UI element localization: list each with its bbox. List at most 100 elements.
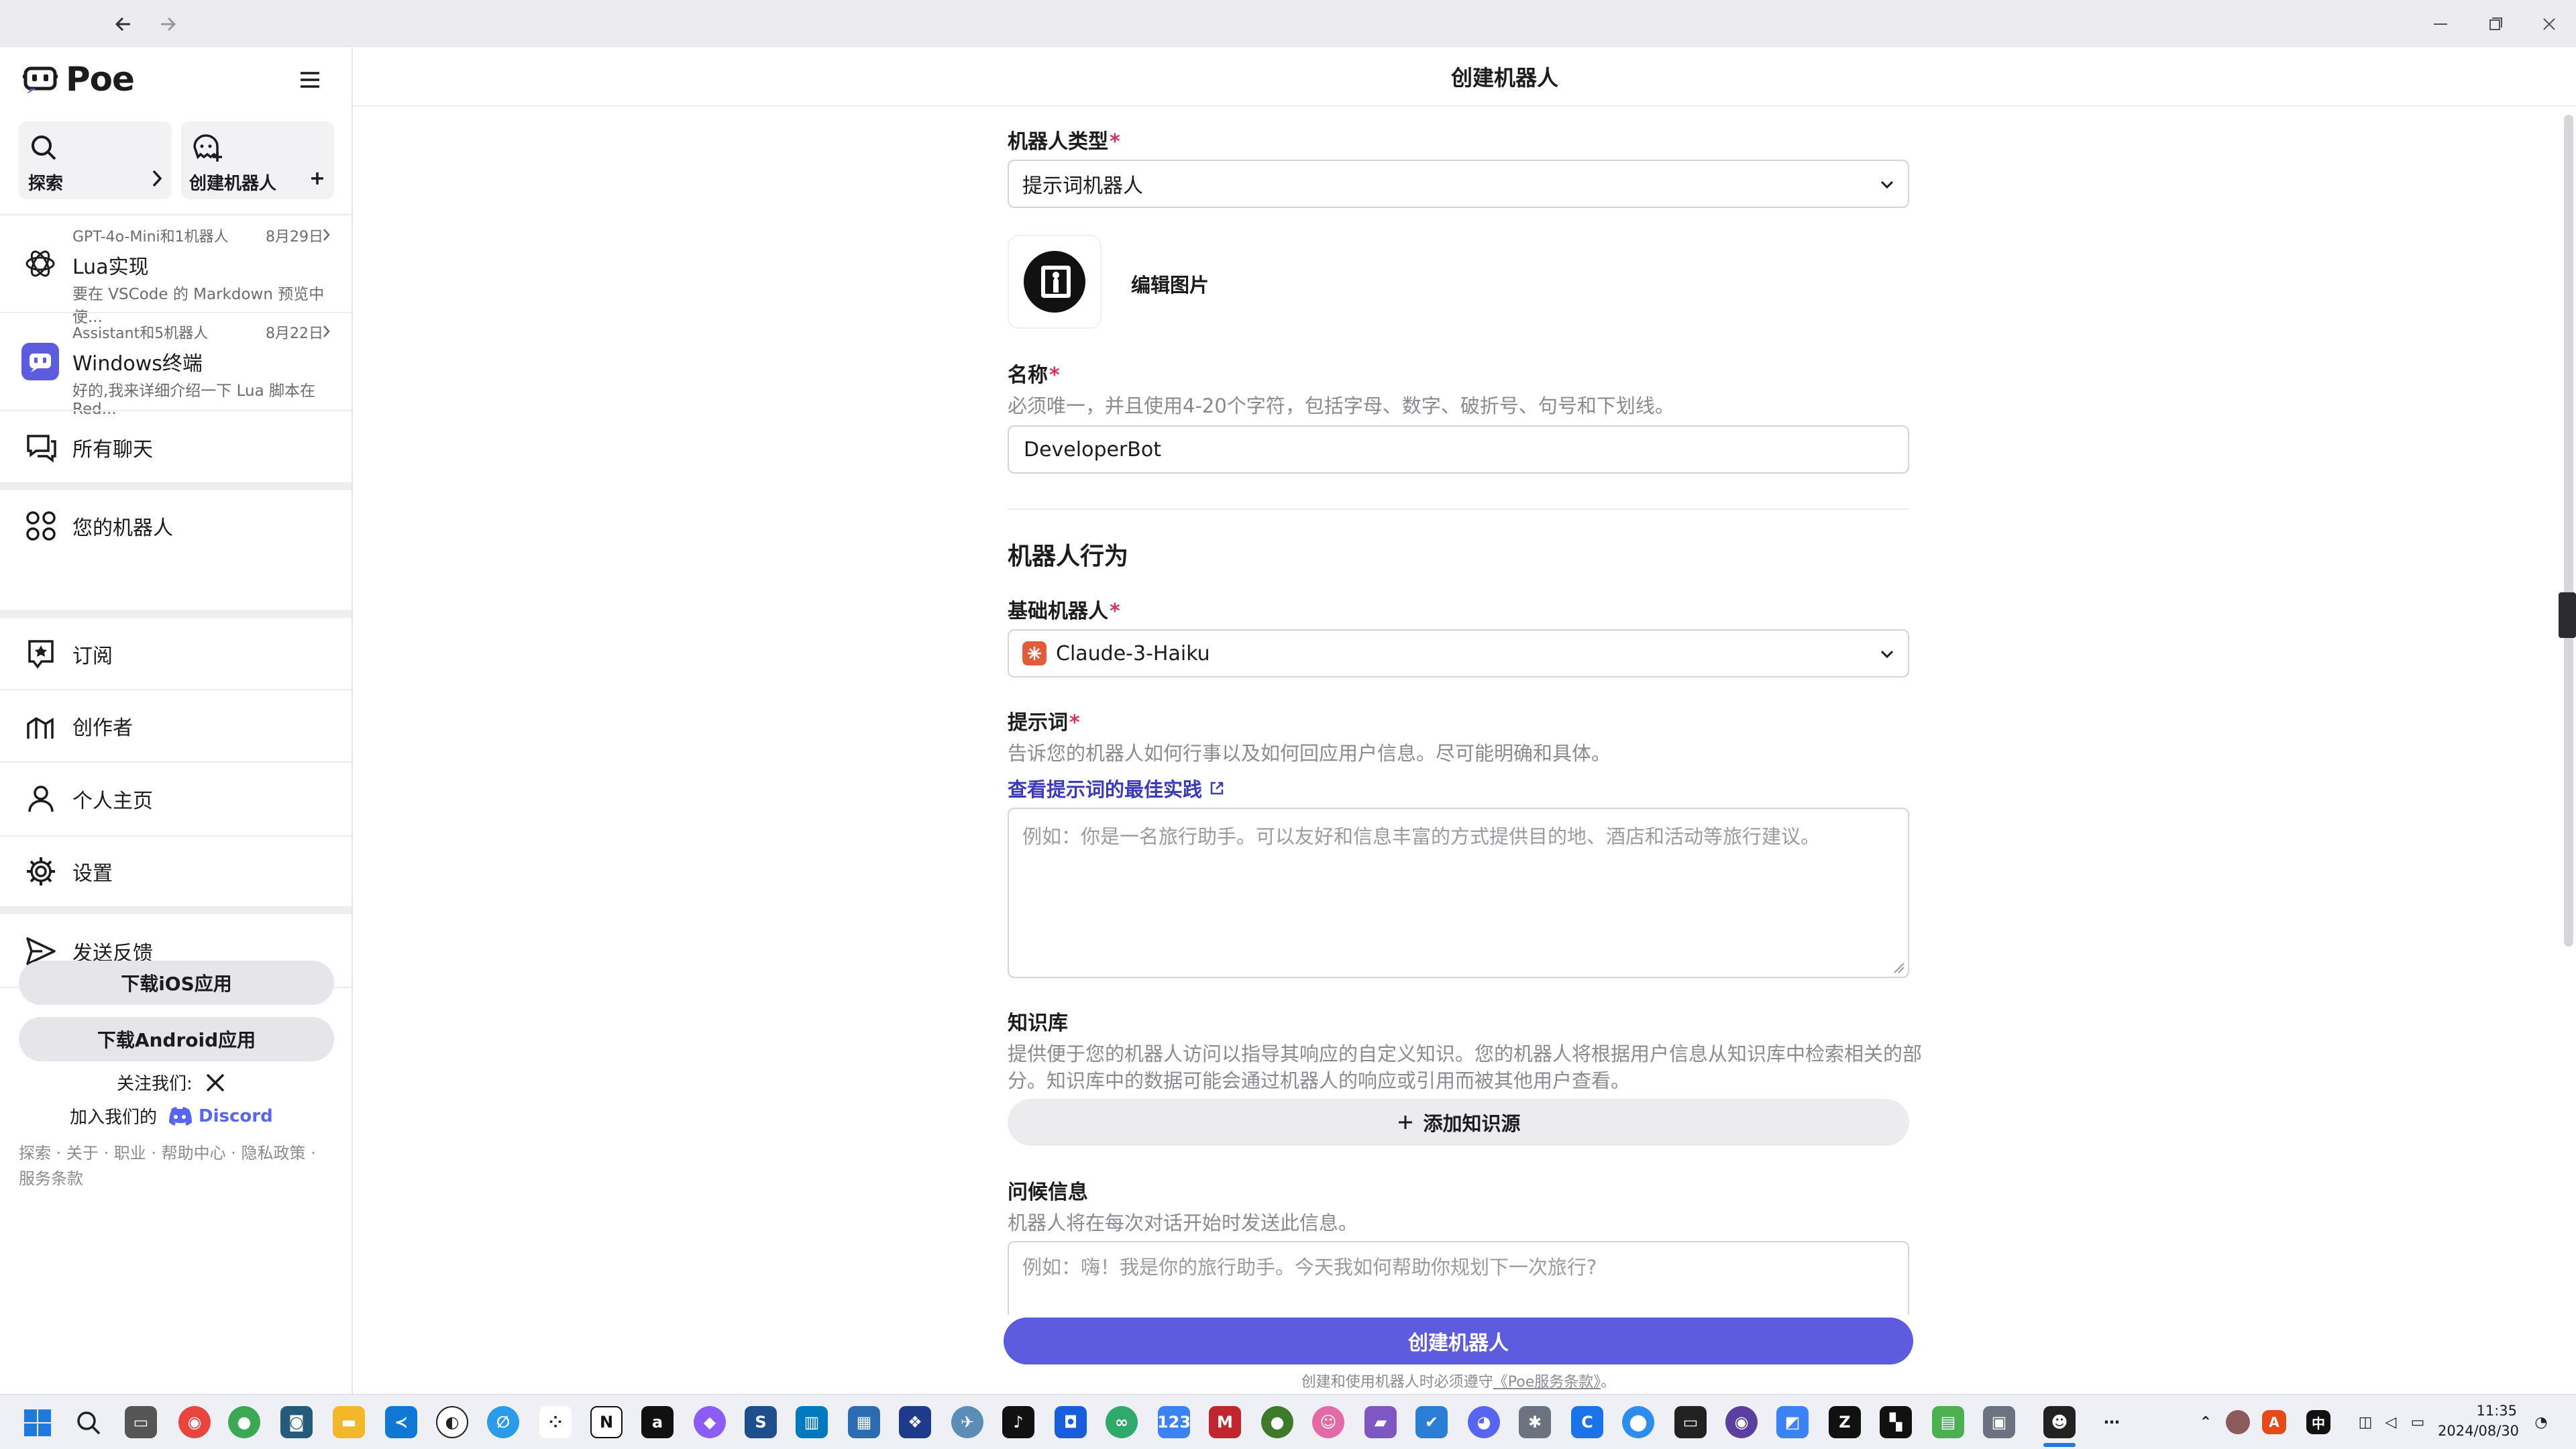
download-ios-button[interactable]: 下载iOS应用 [19, 961, 334, 1005]
bitwarden-icon[interactable]: ◘ [1055, 1406, 1087, 1438]
name-input-value: DeveloperBot [1024, 437, 1161, 462]
restore-icon[interactable] [2481, 9, 2510, 39]
add-knowledge-source-button[interactable]: 添加知识源 [1008, 1099, 1909, 1146]
discord-taskbar-icon[interactable]: ◕ [1468, 1406, 1500, 1438]
app-green-icon[interactable]: ∞ [1106, 1406, 1138, 1438]
create-bot-submit-label: 创建机器人 [1408, 1332, 1509, 1355]
app-z-icon[interactable]: Z [1829, 1406, 1861, 1438]
app-cat-icon[interactable]: ☺ [1312, 1406, 1344, 1438]
notion-icon[interactable]: N [590, 1406, 623, 1438]
tray-ime-icon[interactable]: 中 [2306, 1410, 2330, 1434]
nav-your-bots[interactable]: 您的机器人 [0, 492, 352, 560]
edit-image-button[interactable]: 编辑图片 [1131, 270, 1209, 298]
app-shield-icon[interactable]: ◩ [1776, 1406, 1809, 1438]
app-dots-icon[interactable]: ⁘ [539, 1406, 572, 1438]
bot-avatar[interactable] [1008, 235, 1102, 329]
prompt-best-practices-link[interactable]: 查看提示词的最佳实践 [1008, 774, 1225, 802]
clock[interactable]: 11:35 2024/08/30 [2438, 1403, 2519, 1439]
plus-icon [1399, 1116, 1413, 1129]
name-label: 名称 [1008, 364, 1048, 387]
nav-subscribe[interactable]: 订阅 [0, 619, 352, 689]
nav-all-chats[interactable]: 所有聊天 [0, 414, 352, 481]
chat-item-windows-terminal[interactable]: Assistant和5机器人 8月22日 Windows终端 好的,我来详细介绍… [0, 313, 352, 418]
resize-handle-icon[interactable] [1892, 961, 1905, 974]
greeting-placeholder: 例如：嗨！我是你的旅行助手。今天我如何帮助你规划下一次旅行? [1022, 1256, 1597, 1279]
create-bot-submit-button[interactable]: 创建机器人 [1004, 1318, 1913, 1364]
nav-settings[interactable]: 设置 [0, 837, 352, 906]
app-palette-icon[interactable]: ❖ [899, 1406, 931, 1438]
android-icon[interactable]: ● [1261, 1406, 1293, 1438]
notification-bell-icon[interactable]: ◔ [2530, 1411, 2552, 1433]
x-twitter-icon[interactable] [205, 1072, 226, 1093]
app-123-icon[interactable]: 123 [1157, 1406, 1191, 1438]
wechat-icon[interactable]: ● [228, 1406, 260, 1438]
name-input[interactable]: DeveloperBot [1008, 425, 1909, 474]
github-icon[interactable]: ◉ [1725, 1406, 1758, 1438]
create-bot-button[interactable]: 创建机器人 [181, 121, 334, 199]
close-window-icon[interactable] [2534, 9, 2564, 39]
chrome-icon[interactable]: ◉ [178, 1406, 211, 1438]
prompt-textarea[interactable]: 例如：你是一名旅行助手。可以友好和信息丰富的方式提供目的地、酒店和活动等旅行建议… [1008, 808, 1909, 978]
more-apps-icon[interactable]: ⋯ [2096, 1406, 2128, 1438]
terminal-icon[interactable]: ▭ [1674, 1406, 1707, 1438]
side-handle[interactable] [2559, 592, 2576, 638]
bot-avatar-image [1024, 251, 1085, 313]
discord-link[interactable]: Discord [199, 1106, 273, 1126]
app-circle-icon[interactable]: ◐ [436, 1406, 468, 1438]
claude-icon [1022, 641, 1046, 665]
nav-profile[interactable]: 个人主页 [0, 763, 352, 835]
app-bird-icon[interactable]: ✈ [951, 1406, 983, 1438]
volume-icon[interactable]: ◁ [2380, 1411, 2402, 1433]
task-view-icon[interactable]: ▭ [125, 1406, 157, 1438]
tiktok-icon[interactable]: ♪ [1002, 1406, 1034, 1438]
taskbar-search-icon[interactable] [74, 1408, 103, 1438]
back-icon[interactable] [109, 9, 138, 39]
todo-icon[interactable]: ✔ [1415, 1406, 1448, 1438]
vscode-icon[interactable]: ≺ [385, 1406, 417, 1438]
app-a-icon[interactable]: a [641, 1406, 674, 1438]
app-pin-icon[interactable]: ⬤ [1622, 1406, 1654, 1438]
battery-icon[interactable]: ▭ [2407, 1411, 2428, 1433]
file-explorer-icon[interactable]: ▬ [333, 1406, 365, 1438]
download-android-button[interactable]: 下载Android应用 [19, 1017, 334, 1061]
app-camera-icon[interactable]: ◙ [280, 1406, 313, 1438]
explore-button[interactable]: 探索 [19, 121, 172, 199]
chat-title: Lua实现 [72, 256, 149, 279]
nav-creators[interactable]: 创作者 [0, 690, 352, 761]
nav-label: 所有聊天 [72, 438, 153, 462]
app-notes-icon[interactable]: ▤ [1932, 1406, 1964, 1438]
search-icon [32, 136, 56, 160]
tray-acrobat-icon[interactable]: A [2262, 1410, 2286, 1434]
forward-icon[interactable] [153, 9, 182, 39]
user-icon [28, 786, 54, 812]
steam-icon[interactable]: S [745, 1406, 777, 1438]
start-icon[interactable] [23, 1408, 52, 1438]
poe-taskbar-icon[interactable]: ☻ [2043, 1406, 2076, 1438]
footer-terms-link[interactable]: 服务条款 [19, 1165, 83, 1189]
app-grid-icon[interactable]: ▦ [848, 1406, 880, 1438]
app-m-icon[interactable]: M [1209, 1406, 1241, 1438]
app-browser-icon[interactable]: ∅ [487, 1406, 519, 1438]
settings-taskbar-icon[interactable]: ✱ [1519, 1406, 1551, 1438]
app-folder-icon[interactable]: ▰ [1364, 1406, 1397, 1438]
app-flame-icon[interactable]: ◆ [694, 1406, 726, 1438]
trello-icon[interactable]: ▥ [796, 1406, 828, 1438]
app-b-icon[interactable]: ▚ [1880, 1406, 1912, 1438]
minimize-icon[interactable] [2426, 9, 2455, 39]
terms-link[interactable]: 《Poe服务条款》 [1493, 1374, 1601, 1391]
poe-logo[interactable]: Poe [21, 60, 135, 99]
app-photos-icon[interactable]: ▣ [1983, 1406, 2015, 1438]
base-bot-select[interactable]: Claude-3-Haiku [1008, 629, 1909, 678]
footer-links[interactable]: 探索 · 关于 · 职业 · 帮助中心 · 隐私政策 · [19, 1140, 316, 1163]
follow-us-label: 关注我们: [117, 1074, 193, 1094]
network-icon[interactable]: ◫ [2355, 1411, 2376, 1433]
tray-app-icon[interactable] [2226, 1410, 2250, 1434]
tray-chevron-up-icon[interactable]: ⌃ [2190, 1406, 2222, 1438]
menu-icon[interactable] [294, 64, 326, 96]
greeting-textarea[interactable]: 例如：嗨！我是你的旅行助手。今天我如何帮助你规划下一次旅行? [1008, 1241, 1909, 1315]
bot-type-select[interactable]: 提示词机器人 [1008, 160, 1909, 208]
name-help: 必须唯一，并且使用4-20个字符，包括字母、数字、破折号、句号和下划线。 [1008, 394, 1674, 417]
scrollbar-thumb[interactable] [2564, 115, 2573, 947]
chat-item-lua[interactable]: GPT-4o-Mini和1机器人 8月29日 Lua实现 要在 VSCode 的… [0, 215, 352, 326]
app-c-icon[interactable]: C [1571, 1406, 1603, 1438]
